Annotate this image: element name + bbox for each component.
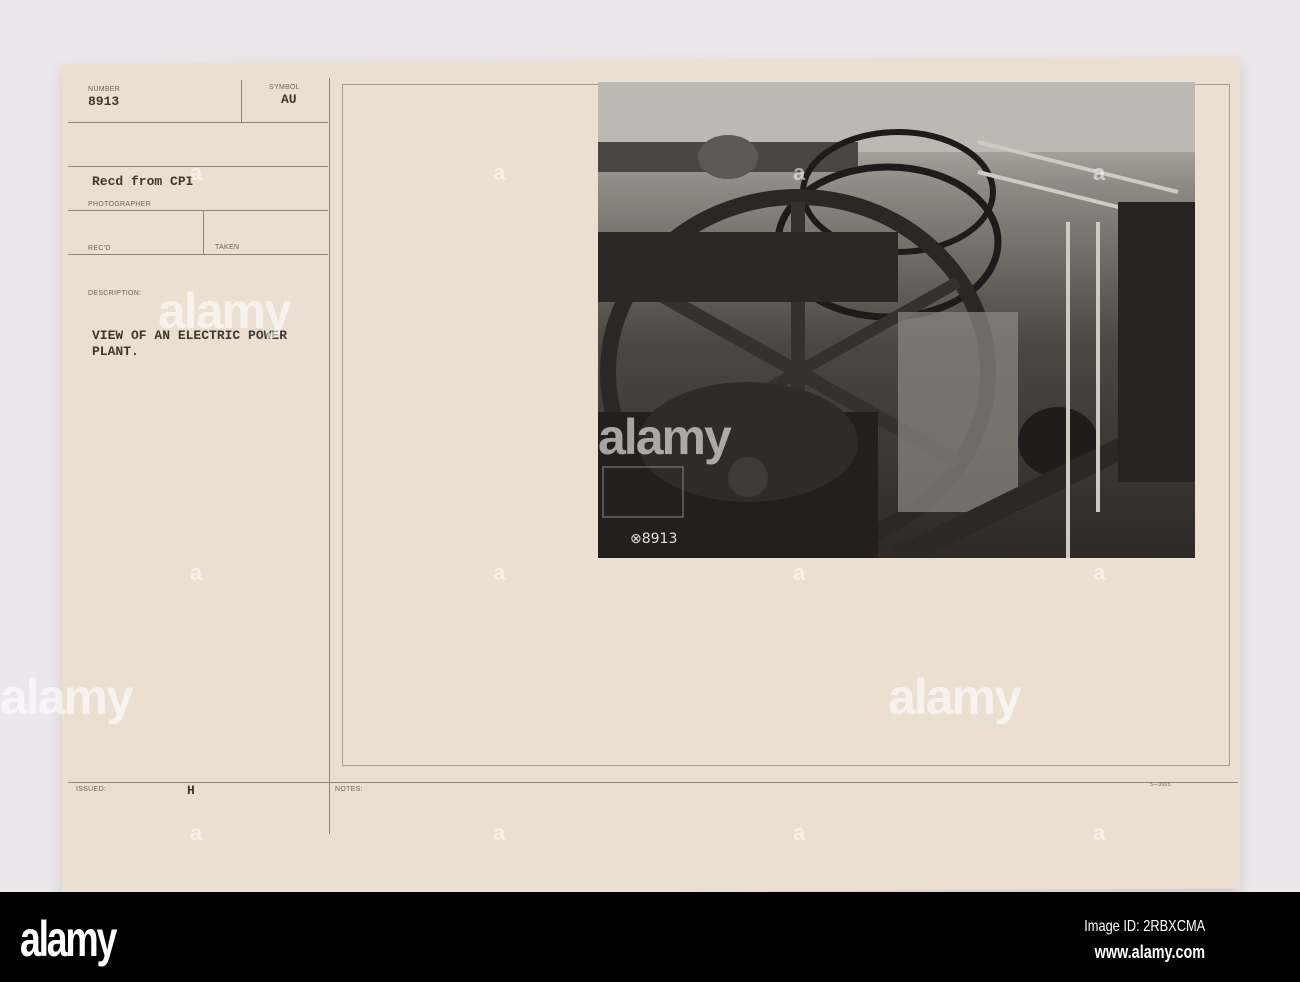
watermark-mark: a [793, 820, 806, 845]
watermark-mark: a [1093, 820, 1106, 845]
watermark-mark: a [493, 820, 506, 845]
form-number: 5—3005 [1150, 782, 1171, 788]
description-line-2: PLANT. [92, 344, 139, 359]
divider [203, 210, 204, 254]
power-plant-photo: ⊗8913 [598, 82, 1195, 558]
watermark-text: alamy [158, 283, 292, 339]
watermark-mark: a [190, 160, 203, 185]
photographer-label: PHOTOGRAPHER [88, 201, 151, 208]
divider [329, 78, 330, 834]
notes-label: NOTES: [335, 786, 363, 793]
watermark-text: alamy [888, 669, 1022, 725]
watermark-mark: a [793, 160, 806, 185]
watermark-mark: a [1093, 160, 1106, 185]
watermark-mark: a [493, 160, 506, 185]
divider [241, 80, 242, 122]
machinery-illustration [598, 82, 1195, 558]
image-id: Image ID: 2RBXCMA [1084, 918, 1205, 935]
symbol-value: AU [281, 92, 297, 107]
watermark-banner [0, 892, 1300, 982]
divider [68, 254, 328, 255]
watermark-mark: a [190, 560, 203, 585]
watermark-mark: a [493, 560, 506, 585]
description-label: DESCRIPTION: [88, 290, 142, 297]
alamy-url[interactable]: www.alamy.com [1095, 942, 1205, 963]
watermark-text: alamy [0, 669, 134, 725]
watermark-text: alamy [598, 409, 732, 465]
taken-label: TAKEN [215, 244, 240, 251]
symbol-label: SYMBOL [269, 84, 300, 91]
divider [68, 782, 1238, 783]
watermark-mark: a [190, 820, 203, 845]
number-value: 8913 [88, 94, 120, 109]
alamy-logo: alamy [20, 911, 117, 967]
divider [68, 210, 328, 211]
number-label: NUMBER [88, 86, 121, 93]
negative-number: ⊗8913 [630, 531, 678, 547]
issued-value: H [187, 783, 195, 798]
issued-label: ISSUED: [76, 786, 107, 793]
recd-label: REC'D [88, 245, 111, 252]
divider [68, 122, 328, 123]
watermark-mark: a [793, 560, 806, 585]
source-text: Recd from CPI [92, 174, 194, 189]
watermark-mark: a [1093, 560, 1106, 585]
